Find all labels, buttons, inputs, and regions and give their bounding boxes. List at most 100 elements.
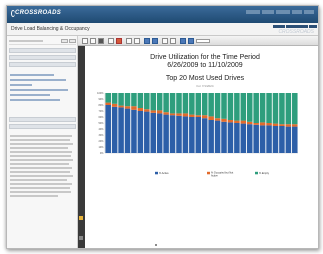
sub-tab-2[interactable] xyxy=(286,25,308,28)
bar-segment-1 xyxy=(272,126,279,153)
bar-segment-1 xyxy=(163,114,169,153)
attachment-icon[interactable] xyxy=(79,236,83,240)
y-tick-label: 70% xyxy=(98,110,104,113)
bar-segment-3 xyxy=(285,93,292,125)
sub-tab-1[interactable] xyxy=(273,25,285,28)
bookmark-icon[interactable] xyxy=(79,216,83,220)
bar-segment-3 xyxy=(234,93,240,121)
sidebar-section-3[interactable] xyxy=(9,62,76,67)
bar-segment-1 xyxy=(259,125,266,153)
sidebar-button-1[interactable] xyxy=(61,39,68,43)
sidebar-section-1[interactable] xyxy=(9,48,76,53)
sidebar-link-1[interactable] xyxy=(10,74,54,76)
bar-segment-1 xyxy=(111,106,118,153)
bar-segment-2 xyxy=(279,124,285,126)
bar-segment-2 xyxy=(227,120,234,123)
sidebar-description-line xyxy=(10,147,68,149)
y-tick-label: 50% xyxy=(98,122,104,125)
y-tick-label: 20% xyxy=(98,140,104,143)
next-page-icon[interactable] xyxy=(180,38,186,44)
bar-segment-1 xyxy=(118,107,124,153)
logo[interactable]: CROSSROADS xyxy=(15,10,61,16)
bar-segment-3 xyxy=(189,93,195,115)
bar-segment-3 xyxy=(246,93,253,122)
top-links xyxy=(246,10,314,14)
sidebar-link-4[interactable] xyxy=(10,89,68,91)
bar-segment-3 xyxy=(169,93,176,114)
last-page-icon[interactable] xyxy=(188,38,194,44)
bar-segment-3 xyxy=(214,93,221,119)
bar-segment-2 xyxy=(272,123,279,126)
top-link-3[interactable] xyxy=(276,10,290,14)
bar-segment-3 xyxy=(227,93,234,120)
bar-segment-2 xyxy=(124,106,131,109)
bar-segment-1 xyxy=(292,126,298,153)
bar-segment-3 xyxy=(266,93,272,123)
sidebar-toolbar xyxy=(9,39,76,45)
viewer-sidebar xyxy=(78,46,85,248)
bar-segment-1 xyxy=(124,108,131,153)
y-tick-label: 30% xyxy=(98,134,104,137)
bar-segment-2 xyxy=(182,113,189,117)
bar-segment-1 xyxy=(266,125,272,153)
app-header: CROSSROADS xyxy=(7,6,318,23)
legend-label-continued: Active xyxy=(211,175,218,178)
bar-segment-3 xyxy=(195,93,202,116)
bar-segment-3 xyxy=(144,93,150,110)
sub-tab-3[interactable] xyxy=(309,25,317,28)
y-tick-label: 90% xyxy=(98,98,104,101)
bar-segment-3 xyxy=(118,93,124,106)
top-link-1[interactable] xyxy=(246,10,260,14)
copy-icon[interactable] xyxy=(108,38,114,44)
first-page-icon[interactable] xyxy=(144,38,150,44)
bar-segment-3 xyxy=(150,93,157,111)
export-icon[interactable] xyxy=(116,38,122,44)
sub-tabs xyxy=(273,25,317,28)
bar-segment-3 xyxy=(253,93,259,123)
sidebar-section-2[interactable] xyxy=(9,55,76,60)
save-icon[interactable] xyxy=(82,38,88,44)
email-icon[interactable] xyxy=(98,38,104,44)
bar-segment-2 xyxy=(285,124,292,127)
bar-segment-3 xyxy=(182,93,189,114)
rotate-icon[interactable] xyxy=(170,38,176,44)
bar-segment-3 xyxy=(111,93,118,104)
sidebar-button-2[interactable] xyxy=(69,39,76,43)
bar-segment-3 xyxy=(176,93,182,114)
previous-page-icon[interactable] xyxy=(152,38,158,44)
bar-segment-1 xyxy=(189,117,195,153)
top-link-2[interactable] xyxy=(262,10,274,14)
zoom-in-icon[interactable] xyxy=(126,38,132,44)
print-icon[interactable] xyxy=(90,38,96,44)
sidebar-description-line xyxy=(10,183,72,185)
top-link-5[interactable] xyxy=(304,10,314,14)
bar-segment-2 xyxy=(208,116,214,120)
sidebar-link-3[interactable] xyxy=(10,84,32,86)
page-number-input[interactable] xyxy=(196,39,210,43)
legend-label: % Empty xyxy=(259,172,270,175)
sidebar-description-line xyxy=(10,143,73,145)
bar-segment-2 xyxy=(156,110,163,114)
bar-segment-2 xyxy=(189,114,195,117)
watermark-logo: CROSSROADS xyxy=(278,29,314,35)
y-tick-label: 100% xyxy=(97,92,104,95)
sidebar-link-6[interactable] xyxy=(10,99,60,101)
bar-segment-2 xyxy=(259,122,266,126)
zoom-out-icon[interactable] xyxy=(134,38,140,44)
sidebar-link-2[interactable] xyxy=(10,79,66,81)
sidebar-description-line xyxy=(10,155,71,157)
legend-swatch xyxy=(255,171,258,175)
sidebar-link-5[interactable] xyxy=(10,94,50,96)
bar-segment-1 xyxy=(144,111,150,153)
y-tick-label: 10% xyxy=(98,146,104,149)
bar-segment-2 xyxy=(118,105,124,108)
fit-page-icon[interactable] xyxy=(162,38,168,44)
sidebar-section-4[interactable] xyxy=(9,117,76,122)
sidebar-description-line xyxy=(10,175,73,177)
top-link-4[interactable] xyxy=(292,10,302,14)
sidebar-section-5[interactable] xyxy=(9,124,76,129)
sidebar-description-line xyxy=(10,159,73,161)
sidebar xyxy=(7,36,78,248)
bar-segment-1 xyxy=(176,115,182,153)
sidebar-description-line xyxy=(10,163,69,165)
